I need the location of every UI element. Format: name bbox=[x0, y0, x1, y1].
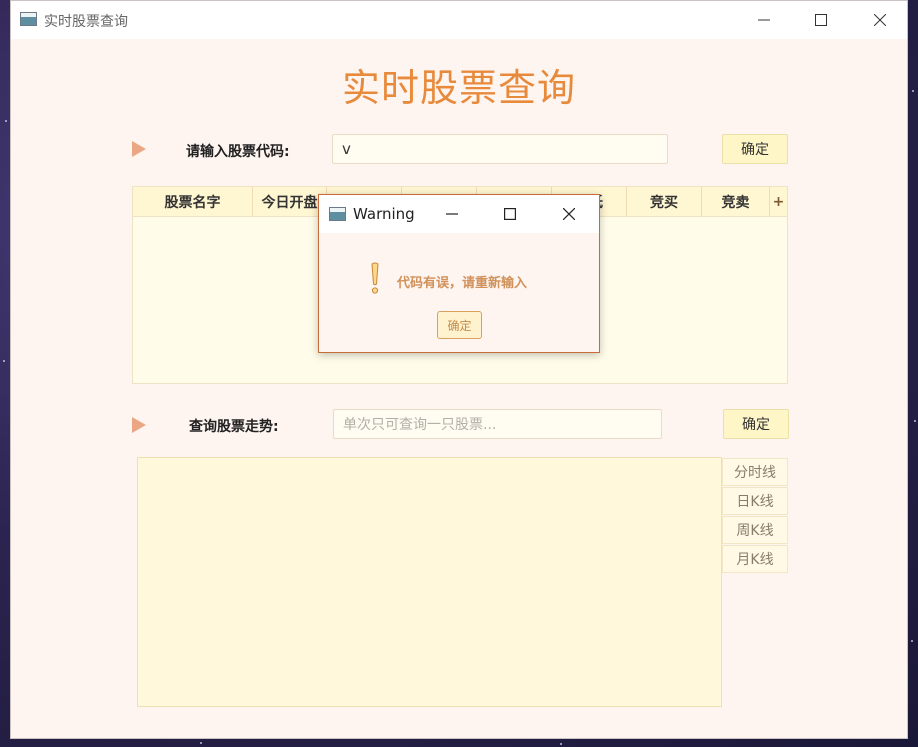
minimize-icon bbox=[446, 213, 458, 215]
maximize-icon bbox=[815, 14, 827, 26]
column-header[interactable]: 竞买 bbox=[627, 187, 702, 216]
page-heading: 实时股票查询 bbox=[341, 66, 576, 110]
main-window: 实时股票查询 实时股票查询 请输入股票代码: 确定 股票名字 今日开盘 最低 竞… bbox=[10, 0, 908, 739]
weekly-k-line-button[interactable]: 周K线 bbox=[722, 516, 788, 544]
stock-code-input[interactable] bbox=[332, 134, 668, 164]
stock-code-label: 请输入股票代码: bbox=[186, 144, 290, 160]
dialog-title: Warning bbox=[353, 205, 415, 223]
window-title: 实时股票查询 bbox=[44, 14, 128, 30]
close-icon bbox=[874, 14, 886, 26]
app-icon bbox=[20, 12, 37, 26]
close-button[interactable] bbox=[857, 1, 903, 39]
dialog-app-icon bbox=[329, 207, 346, 221]
trend-label: 查询股票走势: bbox=[189, 419, 279, 435]
dialog-ok-button[interactable]: 确定 bbox=[437, 311, 482, 339]
column-header[interactable]: 竞卖 bbox=[702, 187, 770, 216]
exclamation-icon bbox=[371, 262, 379, 294]
warning-dialog: Warning 代码有误，请重新输入 确定 bbox=[318, 194, 600, 353]
column-header[interactable]: 股票名字 bbox=[133, 187, 253, 216]
maximize-button[interactable] bbox=[798, 1, 844, 39]
trend-search-input[interactable] bbox=[333, 409, 662, 439]
dialog-maximize-button[interactable] bbox=[487, 195, 533, 233]
maximize-icon bbox=[504, 208, 516, 220]
minimize-icon bbox=[758, 19, 770, 21]
title-bar: 实时股票查询 bbox=[11, 1, 907, 39]
close-icon bbox=[563, 208, 575, 220]
add-column-button[interactable]: + bbox=[770, 187, 787, 216]
chart-area bbox=[137, 457, 722, 707]
column-header[interactable]: 今日开盘 bbox=[253, 187, 327, 216]
dialog-message: 代码有误，请重新输入 bbox=[397, 276, 528, 291]
minimize-button[interactable] bbox=[741, 1, 787, 39]
play-arrow-icon bbox=[132, 141, 146, 157]
query-confirm-button[interactable]: 确定 bbox=[722, 134, 788, 164]
intraday-line-button[interactable]: 分时线 bbox=[722, 458, 788, 486]
monthly-k-line-button[interactable]: 月K线 bbox=[722, 545, 788, 573]
dialog-close-button[interactable] bbox=[546, 195, 592, 233]
daily-k-line-button[interactable]: 日K线 bbox=[722, 487, 788, 515]
trend-confirm-button[interactable]: 确定 bbox=[723, 409, 789, 439]
play-arrow-icon bbox=[132, 417, 146, 433]
dialog-title-bar: Warning bbox=[319, 195, 599, 233]
dialog-minimize-button[interactable] bbox=[429, 195, 475, 233]
